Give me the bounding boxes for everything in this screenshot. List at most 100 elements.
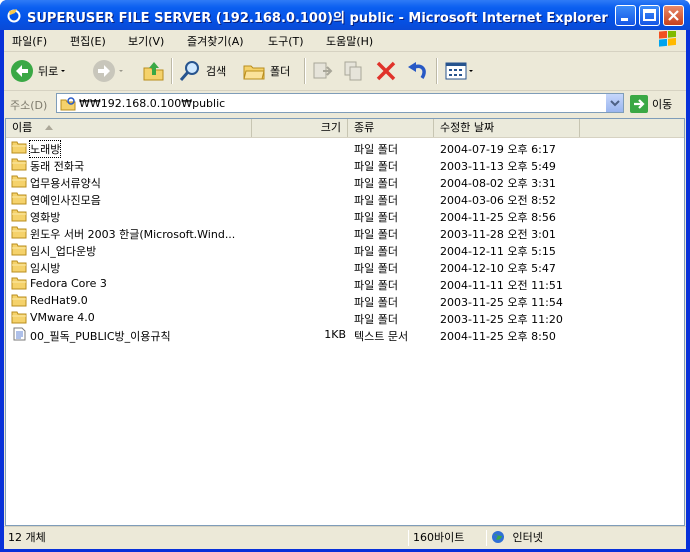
file-modified: 2003-11-13 오후 5:49 bbox=[440, 160, 556, 173]
file-name: Fedora Core 3 bbox=[30, 277, 107, 290]
menu-view[interactable]: 보기(V) bbox=[128, 33, 164, 49]
copy-to-icon bbox=[344, 61, 362, 81]
chevron-down-icon bbox=[610, 100, 620, 107]
column-modified-label: 수정한 날짜 bbox=[440, 121, 495, 134]
status-bar: 12 개체 160바이트 인터넷 bbox=[4, 526, 686, 549]
maximize-button[interactable] bbox=[639, 5, 660, 26]
ie-page-icon bbox=[60, 97, 76, 111]
delete-button[interactable] bbox=[374, 58, 398, 84]
menu-file[interactable]: 파일(F) bbox=[12, 33, 47, 49]
back-button[interactable]: 뒤로 bbox=[10, 58, 68, 84]
file-modified: 2003-11-28 오전 3:01 bbox=[440, 228, 556, 241]
file-name: 임시방 bbox=[30, 262, 61, 275]
column-header-modified[interactable]: 수정한 날짜 bbox=[434, 119, 580, 137]
address-label: 주소(D) bbox=[10, 99, 48, 112]
list-item[interactable]: 업무용서류양식 파일 폴더 2004-08-02 오후 3:31 bbox=[6, 173, 684, 190]
column-type-label: 종류 bbox=[354, 121, 375, 134]
toolbar-separator bbox=[436, 58, 438, 84]
back-label: 뒤로 bbox=[38, 65, 59, 78]
sort-ascending-icon bbox=[44, 125, 53, 130]
file-type: 파일 폴더 bbox=[354, 211, 398, 224]
address-dropdown[interactable] bbox=[605, 94, 623, 112]
search-icon bbox=[179, 61, 199, 81]
forward-button[interactable] bbox=[92, 58, 126, 84]
toolbar-separator bbox=[171, 58, 173, 84]
column-header-type[interactable]: 종류 bbox=[348, 119, 434, 137]
minimize-icon bbox=[621, 18, 628, 21]
ie-app-icon bbox=[7, 9, 21, 23]
folder-icon bbox=[11, 277, 27, 290]
file-name: 동래 전화국 bbox=[30, 160, 85, 173]
window-title: SUPERUSER FILE SERVER (192.168.0.100)의 p… bbox=[27, 11, 608, 26]
menu-tools[interactable]: 도구(T) bbox=[268, 33, 304, 49]
up-folder-button[interactable] bbox=[142, 58, 166, 84]
address-bar: 주소(D) ₩₩192.168.0.100₩public 이동 bbox=[4, 91, 686, 116]
list-item[interactable]: 00_필독_PUBLIC방_이용규칙 1KB 텍스트 문서 2004-11-25… bbox=[6, 326, 684, 343]
undo-icon bbox=[408, 62, 426, 79]
file-modified: 2004-08-02 오후 3:31 bbox=[440, 177, 556, 190]
status-size: 160바이트 bbox=[408, 530, 486, 546]
maximize-icon bbox=[643, 9, 656, 21]
title-bar[interactable]: SUPERUSER FILE SERVER (192.168.0.100)의 p… bbox=[0, 0, 690, 30]
close-button[interactable] bbox=[663, 5, 684, 26]
move-to-button[interactable] bbox=[311, 58, 335, 84]
window-client: 파일(F) 편집(E) 보기(V) 즐겨찾기(A) 도구(T) 도움말(H) 뒤… bbox=[4, 30, 686, 549]
menu-favorites[interactable]: 즐겨찾기(A) bbox=[187, 33, 244, 49]
file-name: 윈도우 서버 2003 한글(Microsoft.Wind... bbox=[30, 228, 236, 241]
list-header: 이름 크기 종류 수정한 날짜 bbox=[6, 119, 684, 138]
file-name: RedHat9.0 bbox=[30, 294, 88, 307]
copy-to-button[interactable] bbox=[342, 58, 366, 84]
search-button[interactable]: 검색 bbox=[178, 58, 226, 84]
views-button[interactable] bbox=[444, 58, 476, 84]
folder-icon bbox=[11, 158, 27, 171]
list-item[interactable]: 노래방 파일 폴더 2004-07-19 오후 6:17 bbox=[6, 139, 684, 158]
folder-icon bbox=[11, 260, 27, 273]
list-item[interactable]: Fedora Core 3 파일 폴더 2004-11-11 오전 11:51 bbox=[6, 275, 684, 292]
file-name: 연예인사진모음 bbox=[30, 194, 101, 207]
internet-globe-icon bbox=[492, 531, 504, 543]
file-type: 파일 폴더 bbox=[354, 262, 398, 275]
file-name: 임시_업다운방 bbox=[30, 245, 97, 258]
list-item[interactable]: 임시방 파일 폴더 2004-12-10 오후 5:47 bbox=[6, 258, 684, 275]
menu-help[interactable]: 도움말(H) bbox=[326, 33, 373, 49]
status-zone-label: 인터넷 bbox=[512, 531, 543, 544]
column-header-name[interactable]: 이름 bbox=[6, 119, 252, 137]
status-object-count: 12 개체 bbox=[8, 531, 46, 544]
file-modified: 2004-12-10 오후 5:47 bbox=[440, 262, 556, 275]
close-icon bbox=[668, 10, 679, 21]
views-dropdown-icon[interactable] bbox=[468, 59, 476, 83]
folders-button[interactable]: 폴더 bbox=[242, 58, 290, 84]
list-item[interactable]: 윈도우 서버 2003 한글(Microsoft.Wind... 파일 폴더 2… bbox=[6, 224, 684, 241]
file-modified: 2004-03-06 오전 8:52 bbox=[440, 194, 556, 207]
forward-dropdown-icon[interactable] bbox=[116, 59, 126, 83]
list-item[interactable]: 동래 전화국 파일 폴더 2003-11-13 오후 5:49 bbox=[6, 156, 684, 173]
list-item[interactable]: 연예인사진모음 파일 폴더 2004-03-06 오전 8:52 bbox=[6, 190, 684, 207]
file-type: 파일 폴더 bbox=[354, 296, 398, 309]
back-dropdown-icon[interactable] bbox=[58, 59, 68, 83]
file-type: 파일 폴더 bbox=[354, 143, 398, 156]
folder-icon bbox=[11, 141, 27, 154]
column-header-size[interactable]: 크기 bbox=[252, 119, 348, 137]
file-name: 노래방 bbox=[28, 140, 62, 158]
file-modified: 2003-11-25 오후 11:20 bbox=[440, 313, 563, 326]
address-field[interactable]: ₩₩192.168.0.100₩public bbox=[56, 93, 624, 113]
delete-icon bbox=[376, 61, 396, 81]
list-item[interactable]: 임시_업다운방 파일 폴더 2004-12-11 오후 5:15 bbox=[6, 241, 684, 258]
text-file-icon bbox=[13, 327, 26, 341]
file-type: 파일 폴더 bbox=[354, 279, 398, 292]
menu-edit[interactable]: 편집(E) bbox=[70, 33, 106, 49]
list-item[interactable]: RedHat9.0 파일 폴더 2003-11-25 오후 11:54 bbox=[6, 292, 684, 309]
go-button[interactable]: 이동 bbox=[630, 94, 672, 114]
folder-icon bbox=[11, 175, 27, 188]
views-icon bbox=[445, 62, 467, 80]
minimize-button[interactable] bbox=[615, 5, 636, 26]
file-size: 1KB bbox=[324, 328, 346, 341]
file-list[interactable]: 이름 크기 종류 수정한 날짜 노래방 파일 폴더 2004-07-19 오후 … bbox=[5, 118, 685, 526]
list-item[interactable]: 영화방 파일 폴더 2004-11-25 오후 8:56 bbox=[6, 207, 684, 224]
status-zone: 인터넷 bbox=[486, 530, 686, 546]
column-size-label: 크기 bbox=[320, 121, 341, 134]
list-item[interactable]: VMware 4.0 파일 폴더 2003-11-25 오후 11:20 bbox=[6, 309, 684, 326]
folder-icon bbox=[11, 209, 27, 222]
up-folder-icon bbox=[143, 62, 164, 81]
undo-button[interactable] bbox=[406, 58, 430, 84]
